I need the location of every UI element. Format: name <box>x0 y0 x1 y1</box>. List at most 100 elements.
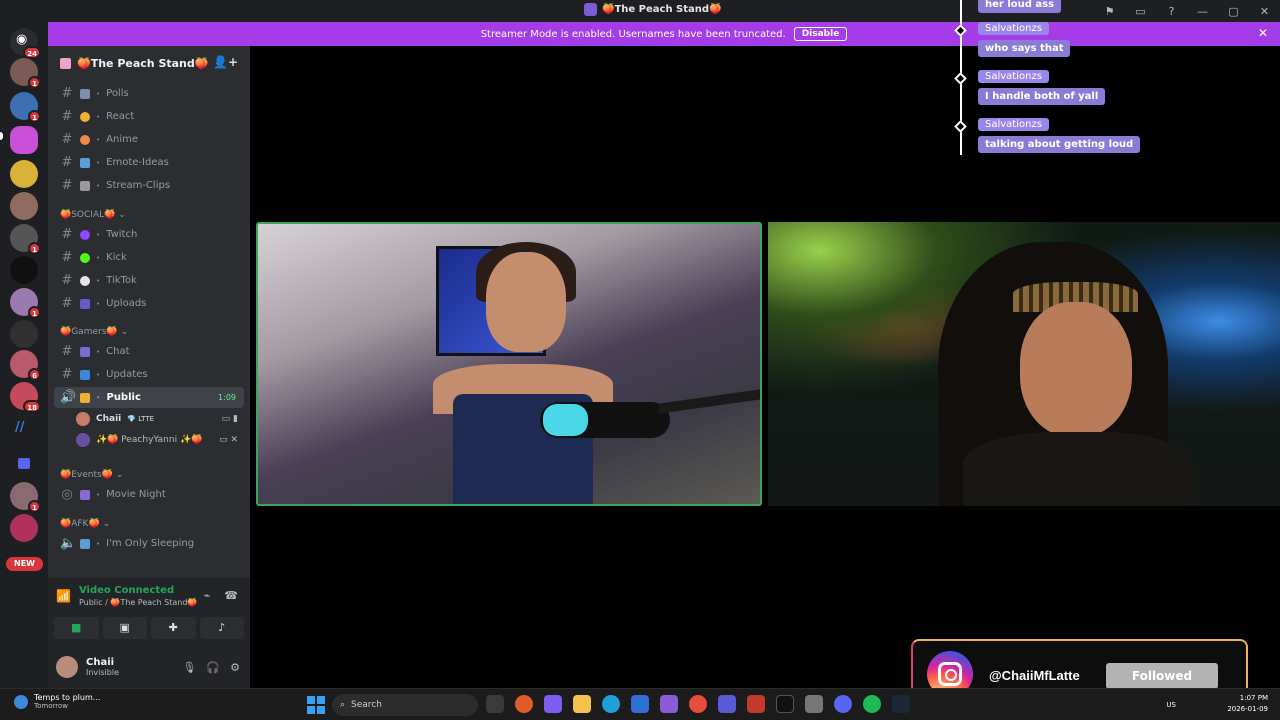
channel-updates[interactable]: # • Updates <box>54 364 244 385</box>
discord-icon[interactable] <box>834 695 852 713</box>
user-controls: 🎙 🎧 ⚙ <box>182 661 240 674</box>
teams-icon[interactable] <box>718 695 736 713</box>
chevron-down-icon: ⌄ <box>118 210 126 220</box>
sleep-emoji-icon <box>80 538 90 549</box>
voice-location[interactable]: Public / 🍑The Peach Stand🍑 <box>79 598 197 607</box>
new-badge[interactable]: NEW <box>6 557 43 571</box>
hash-icon: # <box>61 178 73 193</box>
store-icon[interactable] <box>631 695 649 713</box>
voice-actions: ⌁ ☎ <box>204 589 238 602</box>
channel-emote-ideas[interactable]: # • Emote-Ideas <box>54 152 244 173</box>
category-afk[interactable]: 🍑AFK🍑 ⌄ <box>60 519 110 529</box>
avatar <box>76 412 90 426</box>
spotify-icon[interactable] <box>863 695 881 713</box>
taskbar: Temps to plum... Tomorrow ⌕ Search US 1:… <box>0 688 1280 720</box>
guild-header[interactable]: 🍑The Peach Stand🍑 ⌄ 👤+ <box>48 46 250 80</box>
app-icon[interactable] <box>660 695 678 713</box>
soundboard-button[interactable]: ♪ <box>199 617 244 639</box>
user-name[interactable]: Chaii <box>86 657 119 668</box>
disable-button[interactable]: Disable <box>793 27 848 41</box>
language-indicator[interactable]: US <box>1166 701 1176 709</box>
server-icon[interactable]: 1 <box>10 224 41 255</box>
gear-icon[interactable]: ⚙ <box>230 661 240 674</box>
close-banner-icon[interactable]: ✕ <box>1258 26 1268 40</box>
speaker-icon: 🔈 <box>60 536 77 551</box>
channel-react[interactable]: # • React <box>54 106 244 127</box>
category-social[interactable]: 🍑SOCIAL🍑 ⌄ <box>60 210 126 220</box>
white-circle-icon <box>80 275 90 286</box>
voice-status: 📶 Video Connected Public / 🍑The Peach St… <box>56 585 197 607</box>
chrome-icon[interactable] <box>689 695 707 713</box>
followed-button: Followed <box>1106 663 1218 689</box>
channel-tiktok[interactable]: # • TikTok <box>54 270 244 291</box>
channel-twitch[interactable]: # • Twitch <box>54 224 244 245</box>
task-view-icon[interactable] <box>486 695 504 713</box>
signal-icon[interactable]: 📶 <box>56 589 71 603</box>
microphone-icon[interactable]: 🎙 <box>182 661 196 674</box>
brave-icon[interactable] <box>515 695 533 713</box>
server-icon[interactable] <box>10 514 38 542</box>
close-button[interactable]: ✕ <box>1249 5 1280 18</box>
voice-channel-public[interactable]: 🔊 • Public 1:09 <box>54 387 244 408</box>
category-events[interactable]: 🍑Events🍑 ⌄ <box>60 470 123 480</box>
app-icon[interactable] <box>747 695 765 713</box>
server-icon[interactable]: 18 <box>10 382 41 413</box>
disconnect-icon[interactable]: ☎ <box>224 589 238 602</box>
channel-chat[interactable]: # • Chat <box>54 341 244 362</box>
server-icon[interactable]: // <box>10 416 38 444</box>
search-icon: ⌕ <box>340 700 346 710</box>
stage-channel-movie-night[interactable]: ◎ • Movie Night <box>54 484 244 505</box>
camera-button[interactable]: ■ <box>54 617 99 639</box>
activities-button[interactable]: ✚ <box>151 617 196 639</box>
server-icon[interactable]: 6 <box>10 350 41 381</box>
taskbar-search[interactable]: ⌕ Search <box>332 694 478 716</box>
server-icon[interactable]: 1 <box>10 288 41 319</box>
add-member-icon[interactable]: 👤+ <box>213 55 238 69</box>
server-icon[interactable] <box>10 192 38 220</box>
windows-start-icon[interactable] <box>307 696 325 714</box>
voice-status-text[interactable]: Video Connected <box>79 585 197 596</box>
copilot-icon[interactable] <box>544 695 562 713</box>
server-icon[interactable]: 1 <box>10 482 41 513</box>
server-icon[interactable]: 1 <box>10 92 41 123</box>
edge-icon[interactable] <box>602 695 620 713</box>
category-gamers[interactable]: 🍑Gamers🍑 ⌄ <box>60 327 128 337</box>
channel-stream-clips[interactable]: # • Stream-Clips <box>54 175 244 196</box>
avatar <box>76 433 90 447</box>
video-tile-peachyyanni[interactable] <box>768 222 1280 506</box>
minimize-button[interactable]: — <box>1187 5 1218 18</box>
folder-icon[interactable] <box>10 450 38 478</box>
clock[interactable]: 1:07 PM 2026-01-09 <box>1227 693 1268 715</box>
help-icon[interactable]: ? <box>1156 5 1187 18</box>
noise-suppression-icon[interactable]: ⌁ <box>204 589 211 602</box>
channel-polls[interactable]: # • Polls <box>54 83 244 104</box>
server-icon[interactable]: 1 <box>10 58 41 89</box>
selected-server-pill <box>0 132 3 140</box>
headphones-icon[interactable]: 🎧 <box>206 661 220 674</box>
stream-chat-overlay: her loud ass Salvationzs who says that S… <box>954 0 1160 160</box>
screen-share-button[interactable]: ▣ <box>102 617 147 639</box>
window-title: 🍑The Peach Stand🍑 <box>584 3 722 16</box>
file-explorer-icon[interactable] <box>573 695 591 713</box>
video-tile-chaii[interactable] <box>256 222 762 506</box>
voice-user-peachyyanni[interactable]: ✨🍑 PeachyYanni ✨🍑 ▭ ✕ <box>76 430 246 450</box>
weather-widget[interactable]: Temps to plum... Tomorrow <box>14 693 100 710</box>
head-shape <box>486 252 566 352</box>
hash-icon: # <box>61 250 73 265</box>
tiktok-icon[interactable] <box>776 695 794 713</box>
steam-icon[interactable] <box>892 695 910 713</box>
avatar[interactable] <box>56 656 78 678</box>
maximize-button[interactable]: ▢ <box>1218 5 1249 18</box>
app-icon[interactable] <box>805 695 823 713</box>
channel-kick[interactable]: # • Kick <box>54 247 244 268</box>
discord-home-icon[interactable]: ◉ 24 <box>10 28 41 59</box>
server-icon[interactable] <box>10 160 38 188</box>
server-icon-peach-stand[interactable] <box>10 126 38 154</box>
voice-channel-afk[interactable]: 🔈 • I'm Only Sleeping <box>54 533 244 554</box>
channel-uploads[interactable]: # • Uploads <box>54 293 244 314</box>
channel-anime[interactable]: # • Anime <box>54 129 244 150</box>
instagram-handle: @ChaiiMfLatte <box>989 668 1080 683</box>
voice-user-chaii[interactable]: Chaii 💎 LTTE ▭ ▮ <box>76 409 246 429</box>
server-icon[interactable] <box>10 320 38 348</box>
server-icon[interactable] <box>10 256 38 284</box>
